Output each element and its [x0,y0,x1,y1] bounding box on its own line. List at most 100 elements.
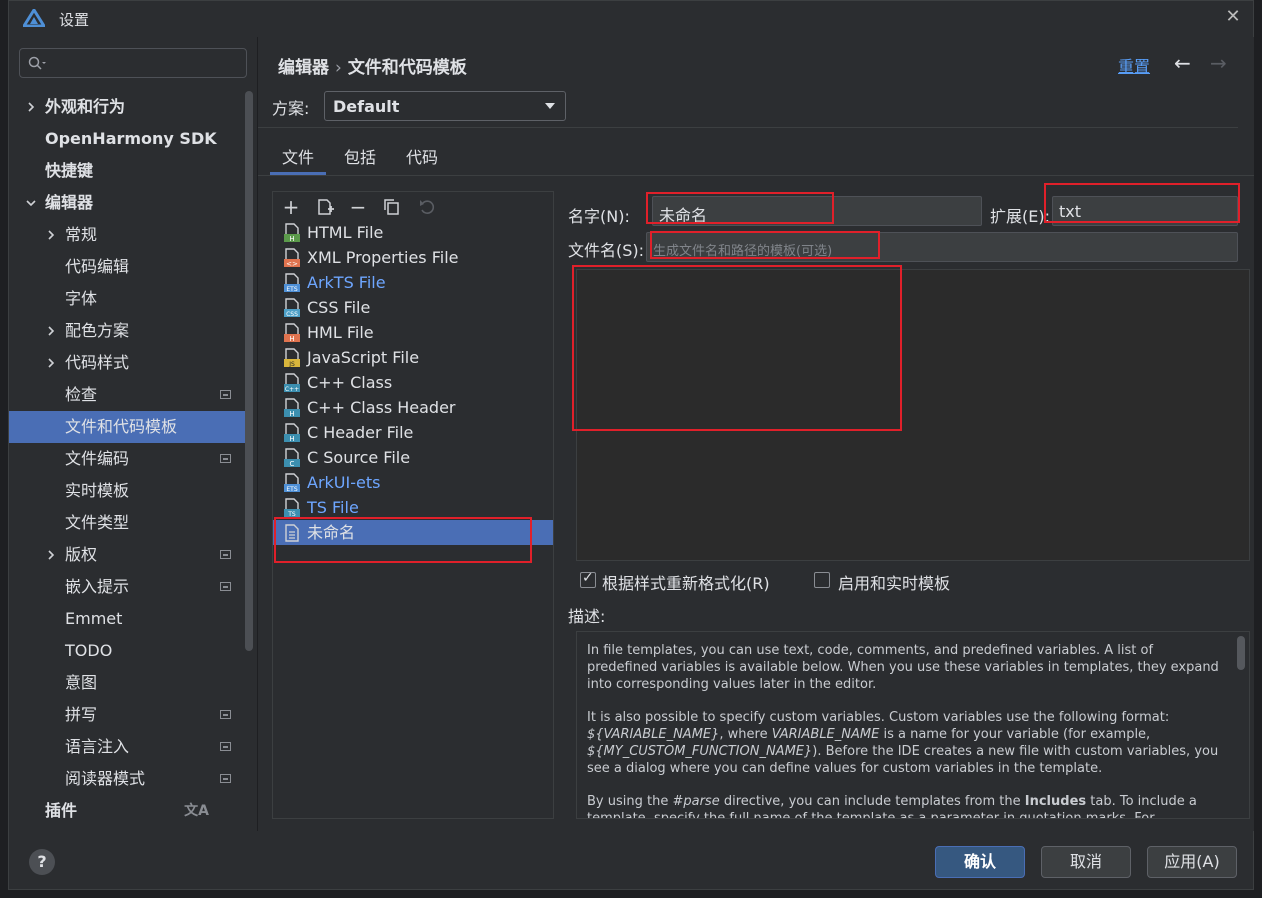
sidebar-item-font[interactable]: 字体 [9,283,245,315]
cancel-button[interactable]: 取消 [1041,846,1131,878]
list-item[interactable]: H C Header File [273,420,553,445]
list-item[interactable]: H C++ Class Header [273,395,553,420]
variable-example: ${MY_CUSTOM_FUNCTION_NAME} [587,744,813,759]
remove-icon[interactable]: − [348,197,368,217]
add-icon[interactable]: + [281,197,301,217]
tab-files[interactable]: 文件 [270,143,327,175]
list-item[interactable]: <> XML Properties File [273,245,553,270]
search-input[interactable] [19,48,247,78]
reset-to-default-icon[interactable] [417,197,437,217]
translate-icon: 文A [184,803,209,819]
settings-dialog: 设置 ✕ 外观和行为 OpenHarmony SDK 快捷键 编辑器 常规 代码… [8,0,1254,890]
cpp-class-icon: C++ [284,373,300,393]
c-source-icon: C [284,448,300,468]
sidebar-item-reader-mode[interactable]: 阅读器模式 [9,763,245,795]
list-item[interactable]: 未命名 [273,520,553,545]
filename-input[interactable]: 生成文件名和路径的模板(可选) [646,232,1238,262]
sidebar-item-language-injections[interactable]: 语言注入 [9,731,245,763]
sidebar-item-keymap[interactable]: 快捷键 [9,155,245,187]
sidebar-item-inlay-hints[interactable]: 嵌入提示 [9,571,245,603]
sidebar-item-file-types[interactable]: 文件类型 [9,507,245,539]
sidebar-item-inspections[interactable]: 检查 [9,379,245,411]
template-editor[interactable] [576,269,1250,561]
template-label: C++ Class [307,373,393,392]
ok-button[interactable]: 确认 [935,846,1025,878]
list-item[interactable]: JS JavaScript File [273,345,553,370]
project-scope-icon [220,550,231,559]
list-item[interactable]: TS TS File [273,495,553,520]
sidebar-item-label: 常规 [65,225,98,244]
close-icon[interactable]: ✕ [1221,5,1245,29]
apply-button[interactable]: 应用(A) [1147,846,1237,878]
template-tabs: 文件 包括 代码 [270,143,456,175]
sidebar-item-editor[interactable]: 编辑器 [9,187,245,219]
sidebar-item-label: TODO [65,641,113,660]
name-value: 未命名 [659,206,708,225]
sidebar-item-live-templates[interactable]: 实时模板 [9,475,245,507]
list-item[interactable]: H HTML File [273,220,553,245]
html-file-icon: H [284,223,300,243]
description-label: 描述: [568,607,606,626]
tab-includes[interactable]: 包括 [332,143,388,175]
description-scrollbar[interactable] [1237,636,1245,670]
arkui-ets-icon: ETS [284,473,300,493]
tab-code[interactable]: 代码 [394,143,450,175]
list-item[interactable]: ETS ArkTS File [273,270,553,295]
sidebar-item-copyright[interactable]: 版权 [9,539,245,571]
sidebar-item-color-scheme[interactable]: 配色方案 [9,315,245,347]
sidebar-item-code-editing[interactable]: 代码编辑 [9,251,245,283]
sidebar-item-label: 实时模板 [65,481,130,500]
sidebar-item-label: 外观和行为 [45,97,126,116]
copy-icon[interactable] [382,197,402,217]
svg-text:TS: TS [287,511,296,518]
text-file-icon [285,524,299,542]
sidebar-item-file-encodings[interactable]: 文件编码 [9,443,245,475]
list-item[interactable]: ETS ArkUI-ets [273,470,553,495]
breadcrumb-separator: › [335,58,342,78]
sidebar-item-label: 代码样式 [65,353,130,372]
sidebar-item-code-style[interactable]: 代码样式 [9,347,245,379]
sidebar-item-label: OpenHarmony SDK [45,129,217,148]
live-template-checkbox[interactable] [814,572,830,588]
list-item[interactable]: CSS CSS File [273,295,553,320]
sidebar-scrollbar[interactable] [245,91,253,651]
sidebar-item-general[interactable]: 常规 [9,219,245,251]
list-item[interactable]: C++ C++ Class [273,370,553,395]
divider [258,175,1254,176]
list-item[interactable]: H HML File [273,320,553,345]
sidebar-item-label: 检查 [65,385,98,404]
sidebar-item-spelling[interactable]: 拼写 [9,699,245,731]
description-text: is a name for your variable (for example… [879,727,1151,742]
reset-link[interactable]: 重置 [1118,53,1150,77]
sidebar-item-label: 配色方案 [65,321,130,340]
list-item[interactable]: C C Source File [273,445,553,470]
template-label: XML Properties File [307,248,459,267]
filename-label: 文件名(S): [568,241,645,260]
sidebar-item-openharmony-sdk[interactable]: OpenHarmony SDK [9,123,245,155]
sidebar-item-emmet[interactable]: Emmet [9,603,245,635]
forward-arrow-icon[interactable]: → [1210,51,1227,75]
sidebar-item-todo[interactable]: TODO [9,635,245,667]
extension-input[interactable]: txt [1052,196,1238,226]
main-panel: 编辑器 › 文件和代码模板 重置 ← → 方案: Default 文件 包括 代码 + … [257,37,1254,831]
arkts-file-icon: ETS [284,273,300,293]
description-text: It is also possible to specify custom va… [587,710,1170,725]
sidebar-item-label: 编辑器 [45,193,94,212]
name-input[interactable]: 未命名 [652,196,982,226]
scheme-value: Default [333,97,400,116]
sidebar-item-file-templates[interactable]: 文件和代码模板 [9,411,245,443]
help-button[interactable]: ? [29,849,55,875]
breadcrumb-editor: 编辑器 [278,58,329,78]
back-arrow-icon[interactable]: ← [1174,51,1191,75]
sidebar-item-intentions[interactable]: 意图 [9,667,245,699]
add-child-template-icon[interactable] [315,197,335,217]
sidebar-item-plugins[interactable]: 插件 文A [9,795,245,827]
description-paragraph: In file templates, you can use text, cod… [587,643,1219,692]
c-header-icon: H [284,423,300,443]
template-label: HML File [307,323,374,342]
sidebar-item-appearance[interactable]: 外观和行为 [9,91,245,123]
scheme-label: 方案: [272,99,310,118]
scheme-select[interactable]: Default [324,91,566,121]
settings-tree: 外观和行为 OpenHarmony SDK 快捷键 编辑器 常规 代码编辑 字体 [9,91,245,827]
reformat-checkbox[interactable] [580,570,596,588]
